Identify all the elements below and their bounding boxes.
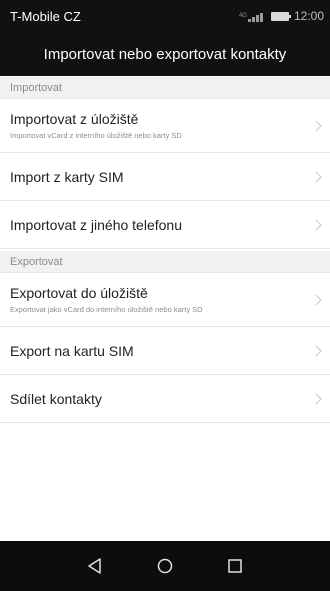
signal-icon: [247, 11, 266, 22]
share-contacts-item[interactable]: Sdílet kontakty: [0, 376, 330, 423]
network-type-label: 4G: [238, 13, 247, 19]
item-title: Import z karty SIM: [10, 169, 124, 185]
chevron-right-icon: [310, 393, 322, 405]
item-subtitle: Exportovat jako vCard do interního úloži…: [10, 305, 203, 314]
home-button[interactable]: [145, 546, 185, 586]
chevron-right-icon: [310, 293, 322, 306]
app-bar: Importovat nebo exportovat kontakty: [0, 32, 330, 76]
export-to-storage-item[interactable]: Exportovat do úložiště Exportovat jako v…: [0, 273, 330, 327]
section-header-import: Importovat: [0, 77, 330, 99]
item-title: Exportovat do úložiště: [10, 285, 148, 301]
battery-icon: [270, 11, 291, 21]
page-title: Importovat nebo exportovat kontakty: [43, 45, 287, 63]
home-icon: [157, 558, 173, 574]
section-header-export: Exportovat: [0, 251, 330, 273]
export-to-sim-item[interactable]: Export na kartu SIM: [0, 328, 330, 375]
navigation-bar: [0, 541, 330, 591]
recents-button[interactable]: [215, 546, 255, 586]
import-from-other-phone-item[interactable]: Importovat z jiného telefonu: [0, 202, 330, 249]
section-label: Exportovat: [10, 255, 63, 268]
import-from-sim-item[interactable]: Import z karty SIM: [0, 154, 330, 201]
status-bar: T-Mobile CZ 4G 12:00: [0, 0, 330, 32]
item-title: Export na kartu SIM: [10, 343, 134, 359]
clock: 12:00: [293, 9, 324, 23]
carrier-name: T-Mobile CZ: [10, 8, 81, 24]
back-button[interactable]: [75, 546, 115, 586]
status-indicators: 4G 12:00: [239, 9, 324, 23]
item-title: Sdílet kontakty: [10, 391, 102, 407]
import-from-storage-item[interactable]: Importovat z úložiště Importovat vCard z…: [0, 99, 330, 153]
item-title: Importovat z jiného telefonu: [10, 217, 182, 233]
chevron-right-icon: [310, 119, 322, 132]
recents-icon: [228, 559, 242, 573]
back-icon: [88, 558, 101, 574]
item-title: Importovat z úložiště: [10, 111, 139, 127]
chevron-right-icon: [310, 171, 322, 183]
section-label: Importovat: [10, 81, 62, 94]
item-subtitle: Importovat vCard z interního úložiště ne…: [10, 131, 182, 140]
chevron-right-icon: [310, 345, 322, 357]
chevron-right-icon: [310, 219, 322, 231]
